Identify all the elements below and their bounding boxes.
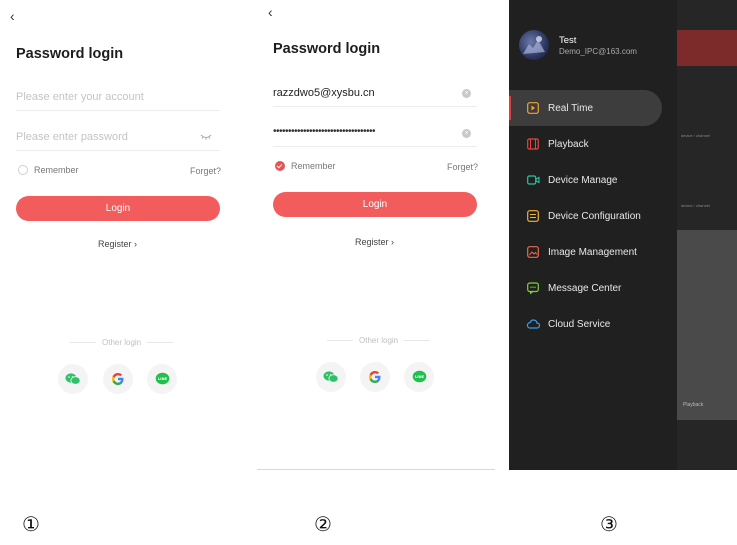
other-login-label: Other login	[359, 336, 399, 345]
menu-item-message-center[interactable]: Message Center	[509, 270, 669, 306]
channel-label: device / channel	[681, 133, 710, 138]
menu-label: Image Management	[548, 246, 637, 258]
menu-item-cloud-service[interactable]: Cloud Service	[509, 306, 669, 342]
user-name: Test	[559, 35, 577, 46]
device-manage-icon	[526, 173, 540, 187]
password-input[interactable]: Please enter password	[16, 126, 220, 151]
page-title: Password login	[273, 41, 381, 57]
menu-item-image-management[interactable]: Image Management	[509, 234, 669, 270]
account-input[interactable]: Please enter your account	[16, 86, 220, 111]
menu-label: Device Configuration	[548, 210, 641, 222]
step-label-2: ②	[314, 512, 332, 536]
back-icon[interactable]: ‹	[268, 5, 273, 19]
login-button[interactable]: Login	[273, 192, 477, 217]
background-panel	[677, 230, 737, 420]
other-login-divider: Other login	[64, 338, 179, 347]
menu-label: Device Manage	[548, 174, 618, 186]
side-drawer: Test Demo_IPC@163.com Real Time Playback…	[509, 0, 677, 470]
password-value: ••••••••••••••••••••••••••••••••••	[273, 126, 376, 137]
page-title: Password login	[16, 46, 124, 62]
menu-label: Message Center	[548, 282, 622, 294]
password-placeholder: Please enter password	[16, 131, 128, 143]
google-login-button[interactable]	[103, 364, 133, 394]
wechat-login-button[interactable]	[58, 364, 88, 394]
playback-icon	[526, 137, 540, 151]
register-link[interactable]: Register ›	[98, 239, 137, 249]
step-label-1: ①	[22, 512, 40, 536]
user-email: Demo_IPC@163.com	[559, 47, 637, 56]
image-icon	[526, 245, 540, 259]
back-icon[interactable]: ‹	[10, 9, 15, 23]
menu-label: Real Time	[548, 102, 594, 114]
login-button[interactable]: Login	[16, 196, 220, 221]
background-tab-playback: Playback	[683, 402, 704, 408]
menu-item-device-configuration[interactable]: Device Configuration	[509, 198, 669, 234]
menu-item-playback[interactable]: Playback	[509, 126, 669, 162]
background-header	[677, 30, 737, 66]
realtime-icon	[526, 101, 540, 115]
clear-icon[interactable]: ×	[462, 89, 471, 98]
menu-label: Playback	[548, 138, 589, 150]
google-login-button[interactable]	[360, 362, 390, 392]
message-icon	[526, 281, 540, 295]
other-login-label: Other login	[102, 338, 142, 347]
wechat-icon	[323, 371, 339, 383]
clear-icon[interactable]: ×	[462, 129, 471, 138]
google-icon	[112, 373, 124, 385]
line-icon: LINE	[155, 372, 169, 385]
register-link[interactable]: Register ›	[355, 237, 394, 247]
remember-checkbox[interactable]: Remember	[275, 161, 336, 171]
forget-password-link[interactable]: Forget?	[447, 162, 478, 172]
remember-checked-icon[interactable]	[275, 161, 285, 171]
remember-radio-icon[interactable]	[18, 165, 28, 175]
divider	[257, 469, 495, 470]
line-icon: LINE	[412, 370, 426, 383]
menu-item-device-manage[interactable]: Device Manage	[509, 162, 669, 198]
svg-text:LINE: LINE	[157, 377, 167, 381]
menu-item-real-time[interactable]: Real Time	[509, 90, 662, 126]
account-placeholder: Please enter your account	[16, 91, 144, 103]
forget-password-link[interactable]: Forget?	[190, 166, 221, 176]
svg-text:LINE: LINE	[414, 375, 424, 379]
login-screen-empty: ‹ Password login Please enter your accou…	[0, 0, 237, 470]
remember-label: Remember	[291, 161, 336, 171]
line-login-button[interactable]: LINE	[147, 364, 177, 394]
remember-label: Remember	[34, 165, 79, 175]
login-screen-filled: ‹ Password login razzdwo5@xysbu.cn × •••…	[257, 0, 495, 470]
google-icon	[369, 371, 381, 383]
password-input[interactable]: •••••••••••••••••••••••••••••••••• ×	[273, 122, 477, 147]
device-config-icon	[526, 209, 540, 223]
cloud-icon	[526, 317, 540, 331]
side-menu-screen: device / channel device / channel Playba…	[509, 0, 737, 470]
avatar[interactable]	[519, 30, 549, 60]
eye-closed-icon[interactable]	[200, 132, 212, 142]
channel-label: device / channel	[681, 203, 710, 208]
step-label-3: ③	[600, 512, 618, 536]
account-input[interactable]: razzdwo5@xysbu.cn ×	[273, 82, 477, 107]
account-value: razzdwo5@xysbu.cn	[273, 87, 375, 99]
remember-checkbox[interactable]: Remember	[18, 165, 79, 175]
menu-label: Cloud Service	[548, 318, 611, 330]
wechat-icon	[65, 373, 81, 385]
other-login-divider: Other login	[321, 336, 436, 345]
wechat-login-button[interactable]	[316, 362, 346, 392]
background-page: device / channel device / channel Playba…	[677, 0, 737, 470]
line-login-button[interactable]: LINE	[404, 362, 434, 392]
